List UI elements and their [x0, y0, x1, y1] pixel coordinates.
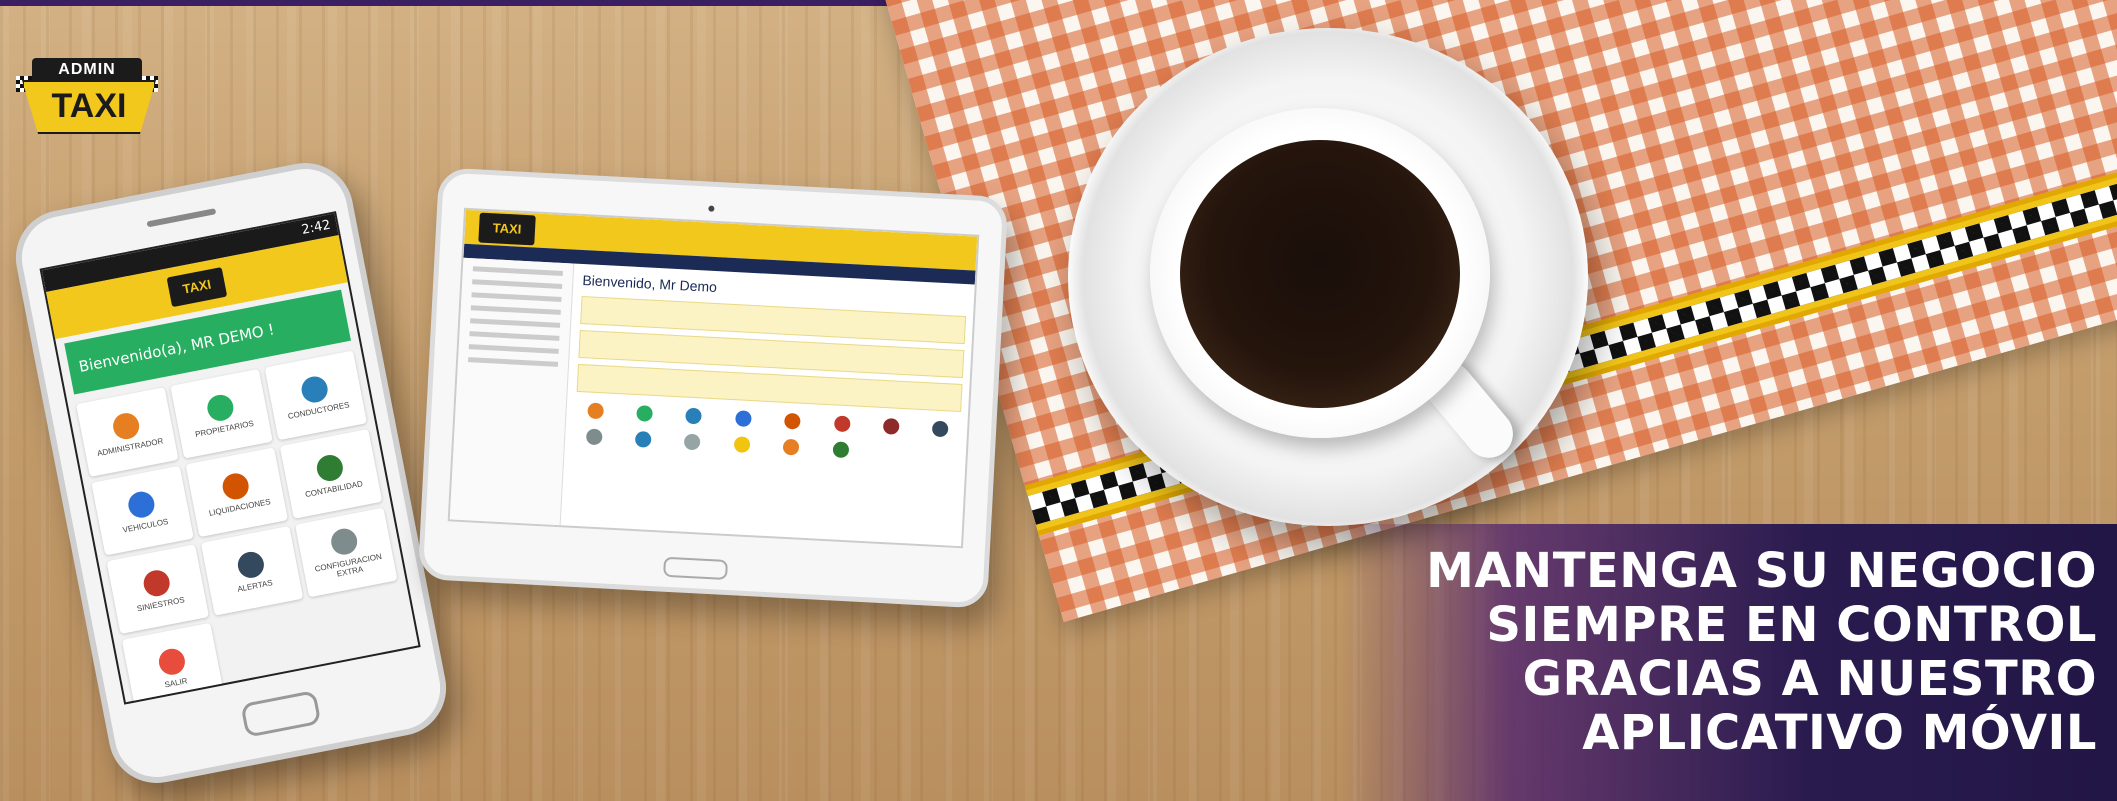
menu-tile[interactable]: SALIR: [121, 622, 225, 705]
app-logo: TAXI: [166, 267, 228, 308]
menu-tile-label: CONFIGURACION EXTRA: [314, 551, 383, 579]
tablet-sidebar: [449, 257, 575, 526]
wrench-icon: [328, 526, 360, 557]
house-icon: [110, 410, 142, 441]
bell-icon: [235, 549, 267, 580]
warning-icon: [833, 415, 851, 433]
wood-table-background: ADMIN TAXI 2:42 TAXI Bienvenido(a), MR D…: [0, 0, 2117, 801]
tablet-app-logo: TAXI: [478, 212, 536, 246]
menu-tile[interactable]: CONDUCTORES: [264, 350, 367, 441]
tablet-camera: [707, 197, 731, 231]
bus-icon: [126, 488, 157, 520]
logo-main-text: TAXI: [22, 80, 156, 134]
tablet-screen: TAXI Bienvenido, Mr Demo: [447, 207, 980, 549]
tablet-main: Bienvenido, Mr Demo: [574, 272, 967, 464]
menu-tile-label: VEHICULOS: [121, 516, 169, 535]
headline-line: APLICATIVO MÓVIL: [1582, 705, 2097, 761]
menu-tile-label: SINIESTROS: [136, 594, 186, 613]
bus-icon: [734, 410, 752, 428]
menu-tile[interactable]: ADMINISTRADOR: [76, 387, 179, 477]
smartphone: 2:42 TAXI Bienvenido(a), MR DEMO ! ADMIN…: [7, 154, 455, 792]
menu-tile[interactable]: LIQUIDACIONES: [185, 447, 289, 538]
headline-text: MANTENGA SU NEGOCIO SIEMPRE EN CONTROL G…: [1426, 544, 2097, 760]
bell-icon: [932, 420, 949, 438]
ledger-icon: [314, 452, 346, 483]
headline-line: SIEMPRE EN CONTROL: [1486, 597, 2097, 653]
phone-screen: 2:42 TAXI Bienvenido(a), MR DEMO ! ADMIN…: [39, 211, 421, 705]
wrench-icon: [585, 428, 603, 446]
menu-tile-label: PROPIETARIOS: [194, 418, 255, 439]
menu-tile-label: CONDUCTORES: [287, 399, 351, 421]
pin-icon: [685, 407, 703, 425]
menu-tile[interactable]: VEHICULOS: [91, 465, 194, 556]
car-icon: [636, 405, 654, 422]
menu-tile-label: CONTABILIDAD: [304, 478, 364, 499]
phone-icon: [782, 438, 800, 456]
menu-tile[interactable]: ALERTAS: [200, 525, 304, 616]
user-icon: [634, 431, 652, 448]
menu-tile-label: SALIR: [163, 675, 189, 689]
status-time: 2:42: [300, 217, 332, 238]
logo-top-text: ADMIN: [32, 58, 142, 82]
menu-tile[interactable]: CONFIGURACION EXTRA: [295, 507, 398, 598]
phone-home-button: [240, 689, 322, 738]
menu-grid: ADMINISTRADOR PROPIETARIOS CONDUCTORES VEHI…: [67, 345, 420, 705]
power-icon: [156, 646, 188, 677]
tablet-home-button: [663, 556, 729, 580]
phone-speaker: [146, 208, 217, 228]
doc-icon: [684, 433, 701, 451]
menu-tile[interactable]: PROPIETARIOS: [170, 368, 273, 459]
house-icon: [586, 402, 604, 420]
menu-tile-label: ALERTAS: [236, 577, 274, 594]
headline-line: MANTENGA SU NEGOCIO: [1426, 543, 2097, 599]
menu-tile[interactable]: SINIESTROS: [106, 544, 210, 635]
menu-tile-label: ADMINISTRADOR: [96, 435, 164, 458]
tablet: TAXI Bienvenido, Mr Demo: [417, 167, 1009, 609]
tablet-icon-grid: [574, 402, 961, 464]
black-coffee: [1180, 140, 1460, 408]
ledger-icon: [832, 441, 849, 459]
alert-icon: [882, 417, 900, 435]
car-icon: [205, 392, 236, 423]
calc-icon: [220, 470, 251, 502]
calc-icon: [784, 412, 801, 430]
headline-line: GRACIAS A NUESTRO: [1522, 651, 2097, 707]
chart-icon: [733, 436, 751, 453]
menu-tile-label: LIQUIDACIONES: [208, 496, 272, 518]
menu-tile[interactable]: CONTABILIDAD: [279, 429, 383, 519]
warning-icon: [141, 567, 172, 598]
admin-taxi-logo: ADMIN TAXI: [16, 58, 158, 134]
pin-icon: [299, 373, 330, 405]
headline-panel: MANTENGA SU NEGOCIO SIEMPRE EN CONTROL G…: [1340, 524, 2117, 801]
